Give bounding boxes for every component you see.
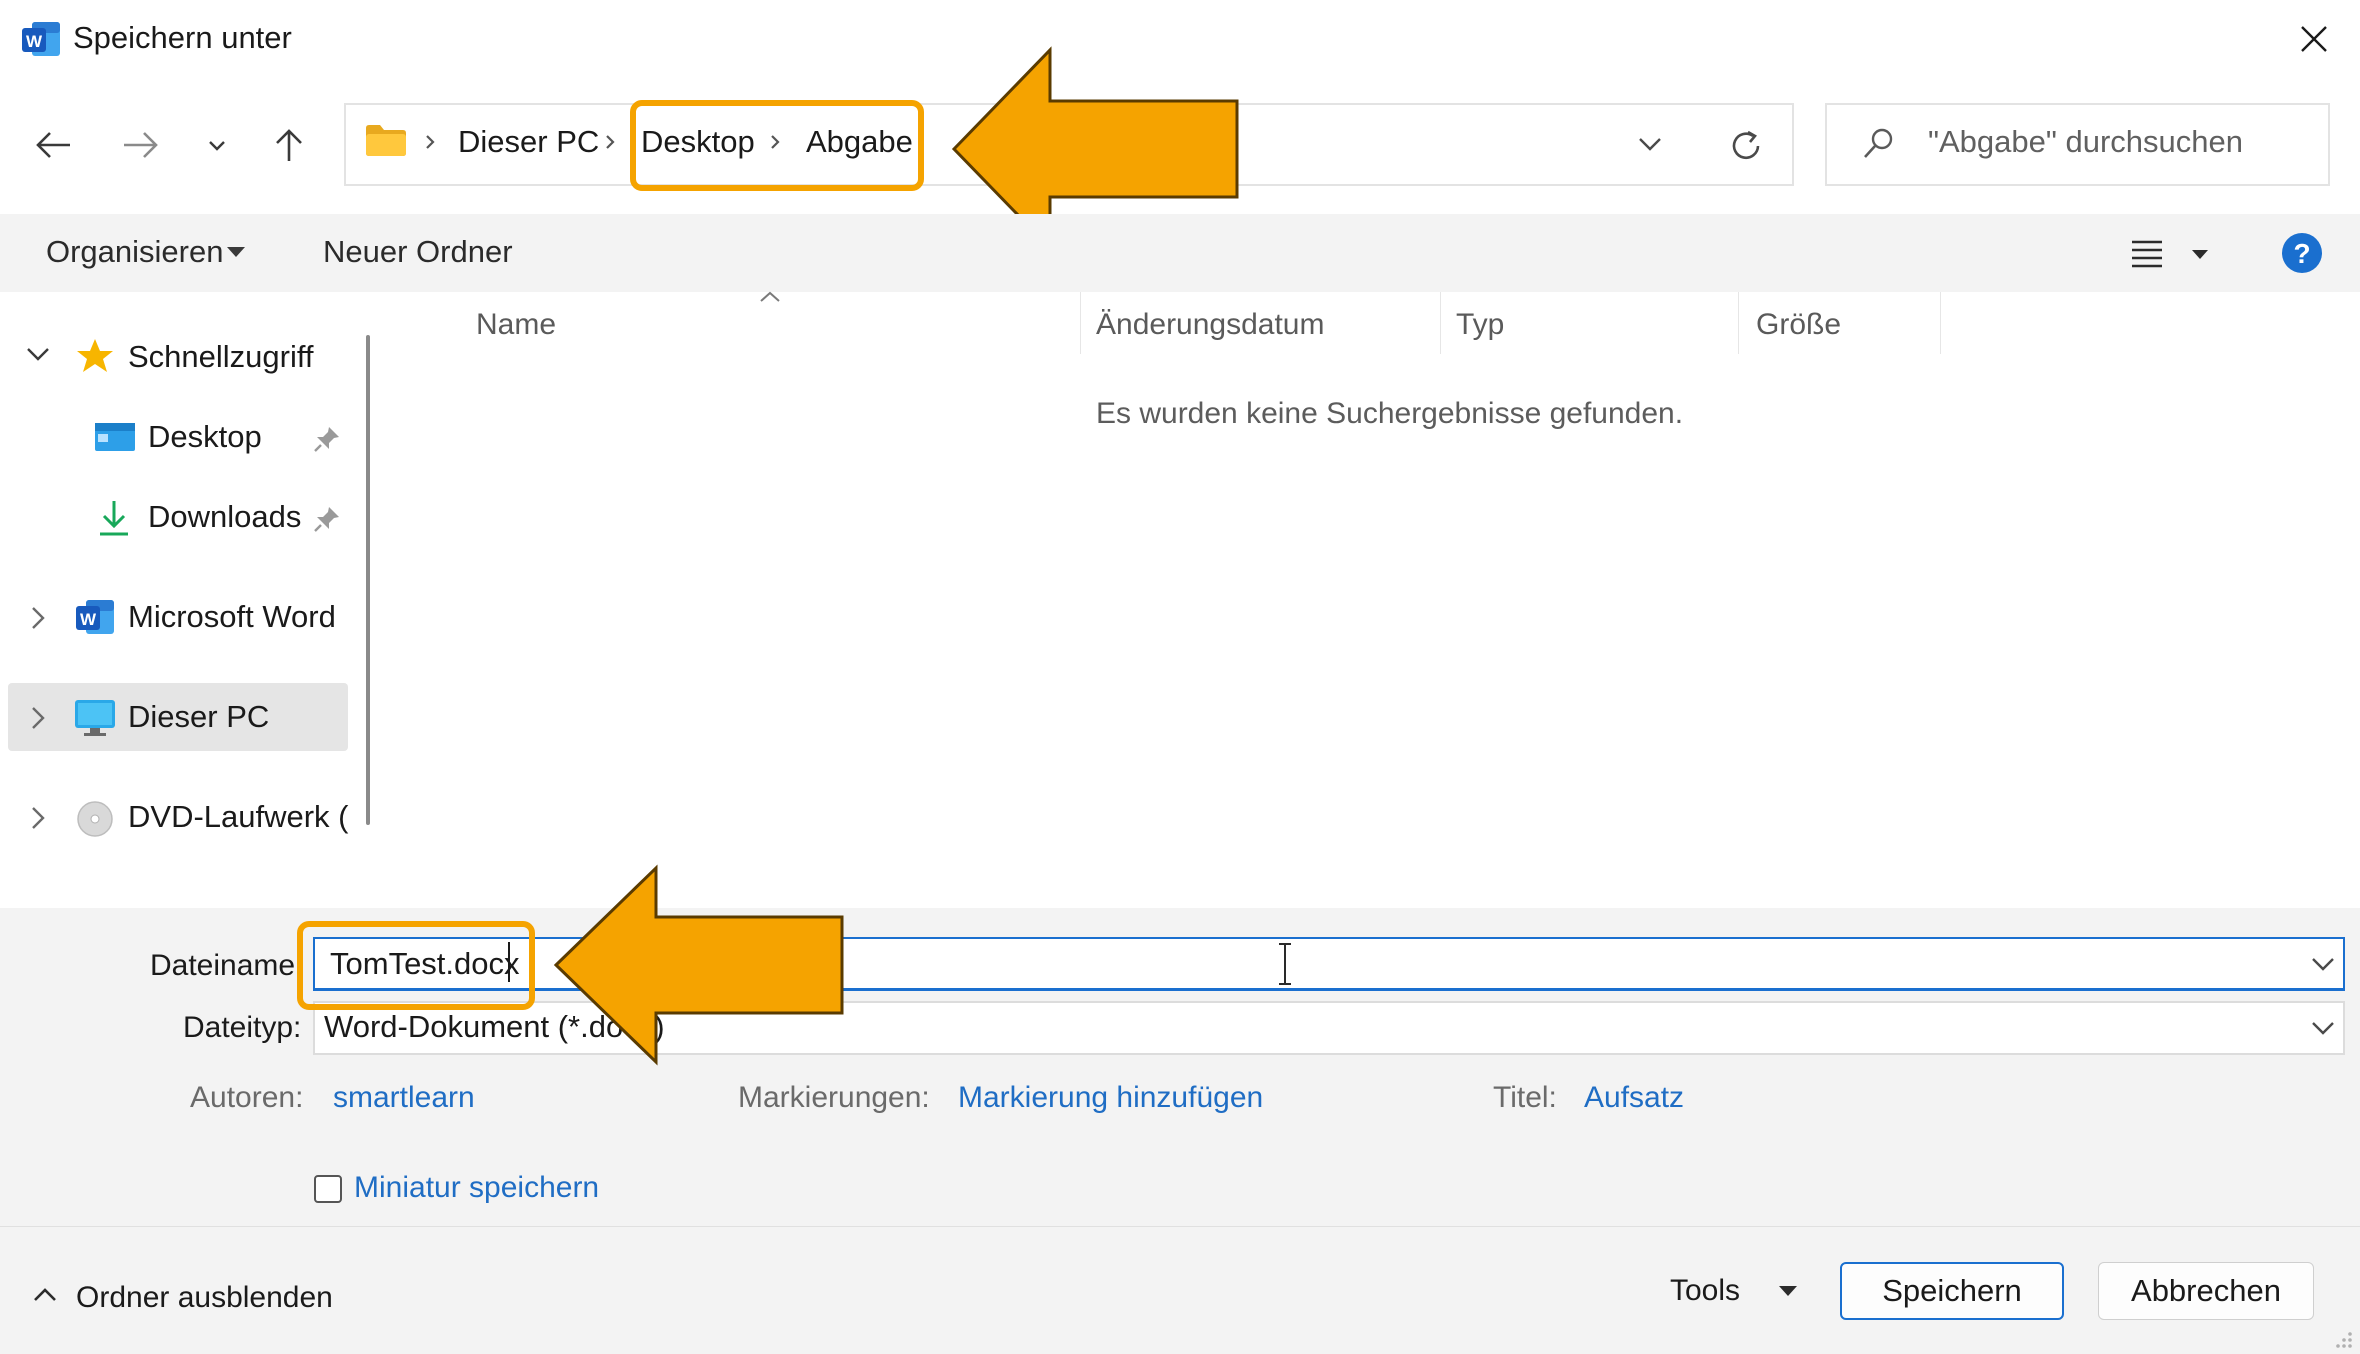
help-icon: ? <box>2282 233 2322 273</box>
search-icon <box>1860 126 1896 162</box>
address-dropdown-button[interactable] <box>1637 136 1663 152</box>
caret-down-icon <box>226 246 246 258</box>
navigation-pane-scrollbar[interactable] <box>366 335 370 825</box>
sort-ascending-icon <box>758 290 782 304</box>
svg-text:W: W <box>80 610 97 629</box>
tools-button[interactable]: Tools <box>1670 1274 1740 1308</box>
new-folder-button[interactable]: Neuer Ordner <box>323 234 513 270</box>
disc-icon <box>76 800 114 838</box>
arrow-right-icon <box>124 132 158 158</box>
refresh-icon <box>1732 130 1760 160</box>
tree-item-downloads[interactable]: Downloads <box>148 499 301 535</box>
window-title: Speichern unter <box>73 20 292 55</box>
breadcrumb-dieser-pc[interactable]: Dieser PC <box>458 124 599 160</box>
empty-results-message: Es wurden keine Suchergebnisse gefunden. <box>1096 397 1684 430</box>
title-value[interactable]: Aufsatz <box>1584 1081 1684 1115</box>
column-header-size[interactable]: Größe <box>1756 308 1841 342</box>
breadcrumb-separator-icon <box>418 130 442 154</box>
refresh-button[interactable] <box>1728 128 1764 164</box>
chevron-down-icon <box>2312 1022 2334 1035</box>
close-button[interactable] <box>2286 14 2342 64</box>
breadcrumb-separator-icon <box>598 130 622 154</box>
chevron-down-icon <box>1639 138 1661 151</box>
word-icon: W <box>20 18 62 60</box>
expand-chevron-right-icon[interactable] <box>28 704 48 732</box>
breadcrumb-highlight <box>630 100 924 191</box>
filetype-label: Dateityp: <box>183 1011 302 1044</box>
highlight-arrow-left-icon <box>552 864 846 1066</box>
download-icon <box>96 498 132 538</box>
tags-value[interactable]: Markierung hinzufügen <box>958 1081 1263 1115</box>
tree-item-microsoft-word[interactable]: Microsoft Word <box>128 599 336 635</box>
expand-chevron-right-icon[interactable] <box>28 804 48 832</box>
pin-icon <box>312 424 342 454</box>
monitor-icon <box>74 698 116 738</box>
expand-chevron-down-icon[interactable] <box>24 344 52 364</box>
filetype-dropdown-button[interactable] <box>2310 1020 2336 1036</box>
expand-chevron-right-icon[interactable] <box>28 604 48 632</box>
column-header-modified[interactable]: Änderungsdatum <box>1096 308 1325 342</box>
column-header-name[interactable]: Name <box>476 308 556 342</box>
filename-label: Dateiname: <box>150 949 304 982</box>
svg-text:?: ? <box>2293 238 2310 269</box>
tree-item-dvd-laufwerk[interactable]: DVD-Laufwerk (D <box>128 799 350 835</box>
forward-button[interactable] <box>116 120 166 170</box>
desktop-icon <box>94 421 136 455</box>
chevron-down-icon <box>2312 958 2334 971</box>
hide-folders-button[interactable]: Ordner ausblenden <box>76 1281 333 1315</box>
save-thumbnail-checkbox[interactable] <box>314 1175 342 1203</box>
tags-label: Markierungen: <box>738 1081 930 1114</box>
authors-value[interactable]: smartlearn <box>333 1081 475 1115</box>
back-button[interactable] <box>28 120 78 170</box>
column-divider[interactable] <box>1738 292 1739 354</box>
ibeam-cursor-icon <box>1277 942 1293 986</box>
folder-icon <box>364 122 408 158</box>
filename-dropdown-button[interactable] <box>2310 956 2336 972</box>
column-divider[interactable] <box>1940 292 1941 354</box>
resize-grip-icon[interactable] <box>2330 1326 2354 1350</box>
up-button[interactable] <box>264 120 314 170</box>
organize-button[interactable]: Organisieren <box>46 234 223 270</box>
filename-highlight <box>297 921 535 1010</box>
recent-locations-button[interactable] <box>192 120 242 170</box>
title-label: Titel: <box>1493 1081 1557 1114</box>
caret-down-icon <box>1778 1285 1798 1297</box>
search-input-placeholder[interactable]: "Abgabe" durchsuchen <box>1928 124 2243 160</box>
file-list <box>390 292 2360 908</box>
column-divider[interactable] <box>1440 292 1441 354</box>
column-header-type[interactable]: Typ <box>1456 308 1504 342</box>
help-button[interactable]: ? <box>2281 232 2323 274</box>
pin-icon <box>312 504 342 534</box>
chevron-up-icon <box>32 1286 58 1304</box>
arrow-left-icon <box>36 132 70 158</box>
view-options-button[interactable] <box>2128 236 2218 270</box>
save-button[interactable]: Speichern <box>1840 1262 2064 1320</box>
tree-item-dieser-pc[interactable]: Dieser PC <box>128 699 269 735</box>
list-view-icon <box>2132 240 2208 268</box>
save-thumbnail-label[interactable]: Miniatur speichern <box>354 1171 599 1205</box>
star-icon <box>76 338 114 374</box>
svg-text:W: W <box>26 32 43 51</box>
chevron-down-icon <box>209 141 225 151</box>
word-icon: W <box>74 596 116 638</box>
authors-label: Autoren: <box>190 1081 304 1114</box>
tree-item-desktop[interactable]: Desktop <box>148 419 262 455</box>
tree-item-schnellzugriff[interactable]: Schnellzugriff <box>128 339 314 375</box>
cancel-button[interactable]: Abbrechen <box>2098 1262 2314 1320</box>
close-icon <box>2301 26 2327 52</box>
arrow-up-icon <box>276 129 302 161</box>
column-divider[interactable] <box>1080 292 1081 354</box>
